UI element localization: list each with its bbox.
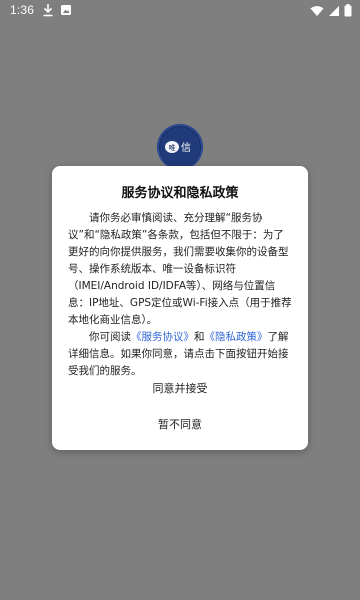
disagree-button[interactable]: 暂不同意 bbox=[52, 414, 308, 436]
app-logo: 唯 信 bbox=[157, 124, 203, 170]
signal-icon bbox=[328, 5, 340, 20]
privacy-dialog: 服务协议和隐私政策 请你务必审慎阅读、充分理解“服务协议”和“隐私政策”各条款，… bbox=[52, 166, 308, 450]
dialog-paragraph-2: 你可阅读《服务协议》和《隐私政策》了解详细信息。如果你同意，请点击下面按钮开始接… bbox=[68, 329, 294, 380]
logo-char-1: 唯 bbox=[169, 143, 176, 152]
status-right-icons bbox=[310, 4, 352, 20]
dialog-title: 服务协议和隐私政策 bbox=[121, 186, 239, 201]
logo-char-2: 信 bbox=[181, 142, 191, 154]
p2-and: 和 bbox=[194, 331, 205, 343]
dialog-paragraph-1: 请你务必审慎阅读、充分理解“服务协议”和“隐私政策”各条款，包括但不限于：为了更… bbox=[68, 212, 292, 326]
dialog-body: 请你务必审慎阅读、充分理解“服务协议”和“隐私政策”各条款，包括但不限于：为了更… bbox=[68, 210, 294, 380]
wifi-icon bbox=[310, 5, 324, 20]
download-icon bbox=[42, 3, 54, 17]
privacy-policy-link[interactable]: 《隐私政策》 bbox=[205, 331, 268, 343]
agree-button[interactable]: 同意并接受 bbox=[52, 378, 308, 400]
status-time: 1:36 bbox=[10, 3, 35, 17]
p2-prefix: 你可阅读 bbox=[89, 331, 131, 343]
notification-icon bbox=[60, 3, 72, 17]
service-agreement-link[interactable]: 《服务协议》 bbox=[131, 331, 194, 343]
status-bar: 1:36 bbox=[0, 0, 360, 22]
battery-icon bbox=[344, 4, 352, 20]
